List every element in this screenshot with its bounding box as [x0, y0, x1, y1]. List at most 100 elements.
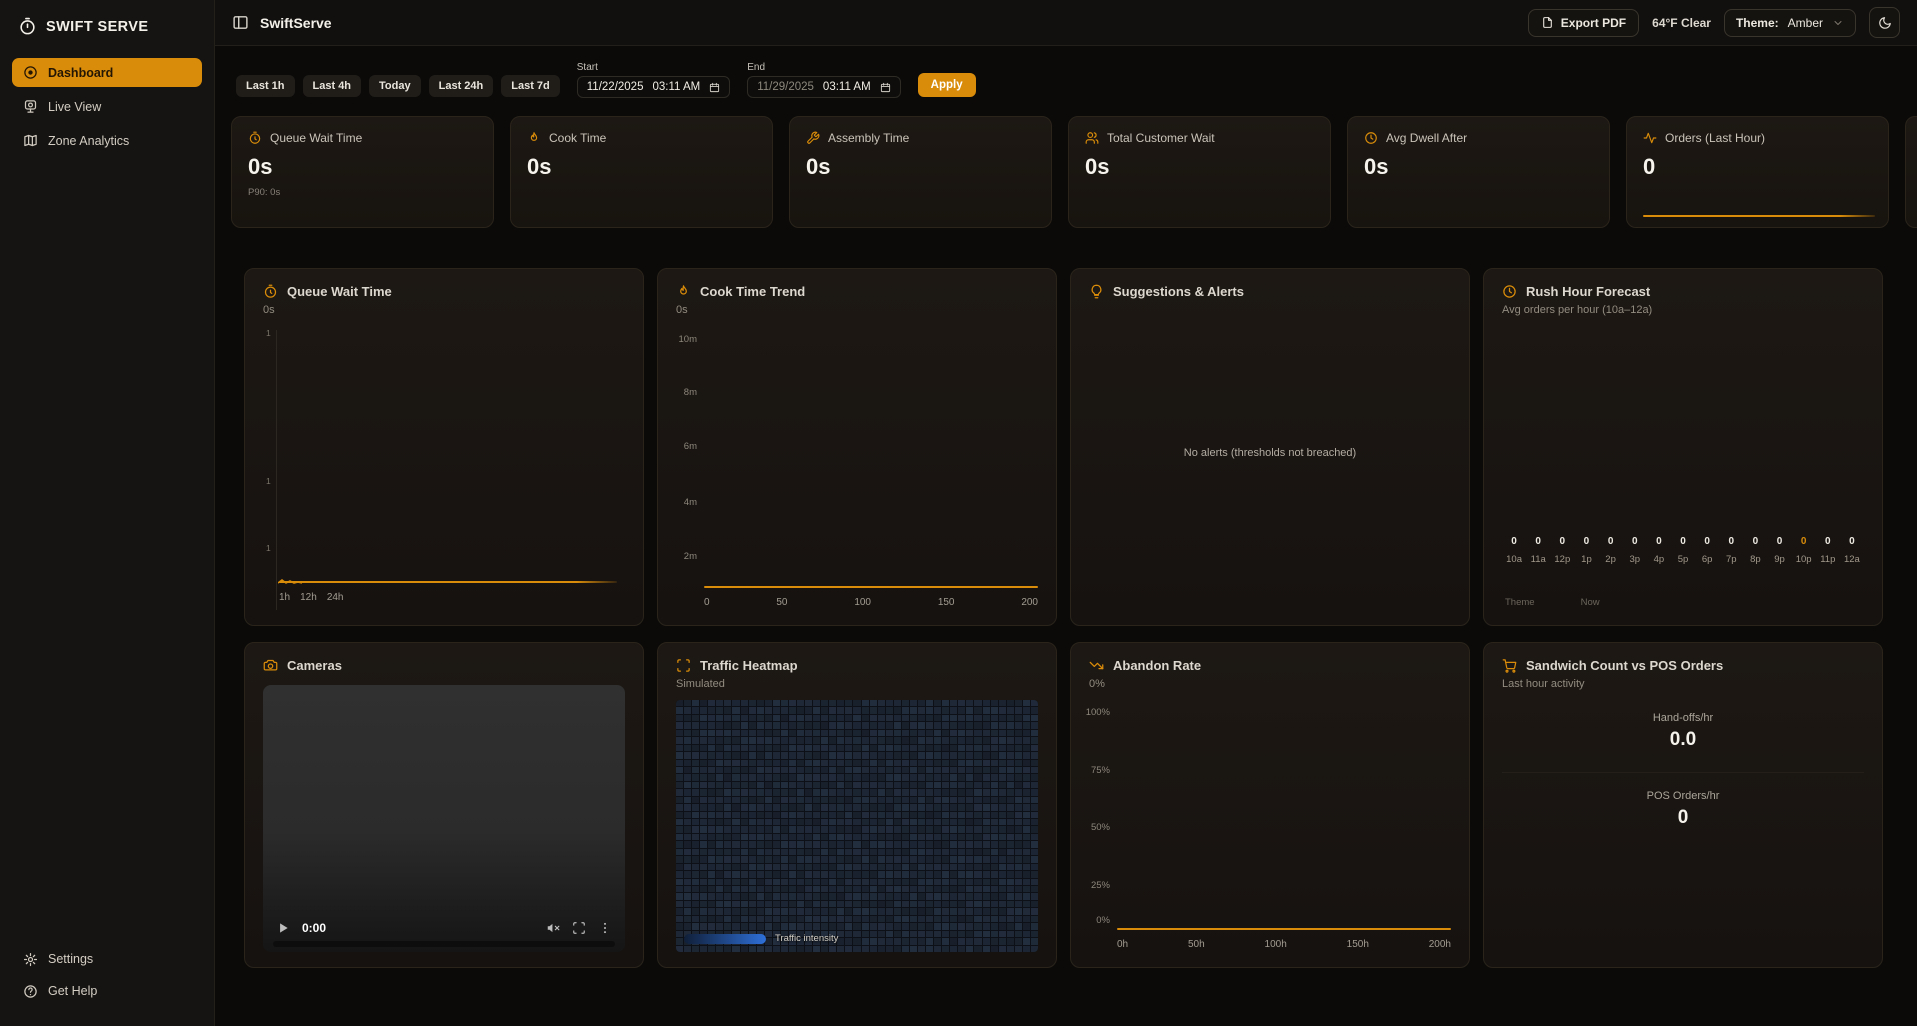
mute-icon[interactable]	[546, 921, 560, 935]
heatmap-cell	[765, 797, 772, 803]
heatmap-cell	[926, 730, 933, 736]
heatmap-cell	[862, 804, 869, 810]
heatmap-cell	[716, 849, 723, 855]
heatmap-cell	[821, 879, 828, 885]
export-pdf-button[interactable]: Export PDF	[1528, 9, 1639, 37]
heatmap-cell	[797, 841, 804, 847]
heatmap-cell	[708, 789, 715, 795]
heatmap-cell	[684, 871, 691, 877]
heatmap-cell	[829, 737, 836, 743]
fullscreen-icon[interactable]	[572, 921, 586, 935]
heatmap-cell	[741, 782, 748, 788]
heatmap-cell	[966, 715, 973, 721]
video-player[interactable]: 0:00	[263, 685, 625, 952]
heatmap-cell	[958, 745, 965, 751]
sidebar-toggle-icon[interactable]	[232, 14, 249, 31]
heatmap-cell	[1031, 737, 1038, 743]
heatmap-cell	[692, 879, 699, 885]
heatmap-cell	[862, 908, 869, 914]
heatmap-cell	[1023, 916, 1030, 922]
heatmap-cell	[757, 774, 764, 780]
rush-value: 0	[1647, 536, 1671, 547]
heatmap-cell	[821, 804, 828, 810]
calendar-icon[interactable]	[880, 82, 891, 93]
heatmap-cell	[983, 826, 990, 832]
heatmap-cell	[934, 745, 941, 751]
heatmap-cell	[837, 938, 844, 944]
calendar-icon[interactable]	[709, 82, 720, 93]
apply-button[interactable]: Apply	[918, 73, 976, 97]
heatmap-cell	[886, 782, 893, 788]
sidebar-item-settings[interactable]: Settings	[23, 947, 191, 971]
sidebar-item-dashboard[interactable]: Dashboard	[12, 58, 202, 87]
heatmap-cell	[974, 804, 981, 810]
heatmap-cell	[700, 782, 707, 788]
range-last-4h-button[interactable]: Last 4h	[303, 75, 362, 97]
cook-time-plot: 10m 8m 6m 4m 2m 050100150200	[676, 328, 1038, 610]
heatmap-cell	[773, 871, 780, 877]
range-last-1h-button[interactable]: Last 1h	[236, 75, 295, 97]
card-subtitle: 0s	[263, 304, 625, 316]
dark-mode-button[interactable]	[1869, 7, 1900, 38]
kpi-card-cook-time: Cook Time 0s	[510, 116, 773, 228]
end-date-input[interactable]: 11/29/2025 03:11 AM	[747, 76, 900, 98]
heatmap-cell	[878, 819, 885, 825]
heatmap-cell	[983, 931, 990, 937]
sandwich-vs-pos-card: Sandwich Count vs POS Orders Last hour a…	[1483, 642, 1883, 968]
heatmap-cell	[797, 879, 804, 885]
play-icon[interactable]	[276, 921, 290, 935]
heatmap-cell	[708, 760, 715, 766]
heatmap-cell	[773, 834, 780, 840]
heatmap-cell	[942, 782, 949, 788]
heatmap-cell	[878, 864, 885, 870]
range-last-7d-button[interactable]: Last 7d	[501, 75, 560, 97]
sidebar-item-get-help[interactable]: Get Help	[23, 979, 191, 1003]
rush-hours: 10a11a12p1p2p3p4p5p6p7p8p9p10p11p12a	[1502, 554, 1864, 565]
heatmap-cell	[708, 849, 715, 855]
heatmap-cell	[781, 819, 788, 825]
sidebar-item-live-view[interactable]: Live View	[12, 92, 202, 121]
range-today-button[interactable]: Today	[369, 75, 421, 97]
heatmap-cell	[821, 730, 828, 736]
range-last-24h-button[interactable]: Last 24h	[429, 75, 494, 97]
heatmap-cell	[708, 871, 715, 877]
heatmap-cell	[757, 722, 764, 728]
heatmap-cell	[870, 931, 877, 937]
sidebar-item-zone-analytics[interactable]: Zone Analytics	[12, 126, 202, 155]
heatmap-cell	[942, 826, 949, 832]
heatmap-cell	[684, 700, 691, 706]
video-scrubber[interactable]	[273, 941, 615, 947]
start-date-input[interactable]: 11/22/2025 03:11 AM	[577, 76, 730, 98]
heatmap-cell	[708, 901, 715, 907]
clock-icon	[1502, 284, 1517, 299]
heatmap-cell	[966, 700, 973, 706]
heatmap-cell	[1023, 715, 1030, 721]
start-date-group: Start 11/22/2025 03:11 AM	[577, 62, 730, 98]
heatmap-cell	[942, 931, 949, 937]
heatmap-cell	[781, 879, 788, 885]
heatmap-cell	[958, 789, 965, 795]
heatmap-cell	[950, 916, 957, 922]
heatmap-cell	[692, 916, 699, 922]
heatmap-cell	[886, 767, 893, 773]
heatmap-cell	[676, 826, 683, 832]
heatmap-cell	[708, 722, 715, 728]
hour-tick: 10p	[1792, 554, 1816, 565]
theme-select[interactable]: Theme: Amber	[1724, 9, 1856, 37]
heatmap-cell	[837, 893, 844, 899]
heatmap-cell	[684, 782, 691, 788]
heatmap-cell	[1031, 834, 1038, 840]
heatmap-grid	[676, 700, 1038, 952]
heatmap-cell	[926, 819, 933, 825]
heatmap-cell	[853, 834, 860, 840]
heatmap-cell	[1007, 923, 1014, 929]
kpi-card-avg-dwell: Avg Dwell After 0s	[1347, 116, 1610, 228]
kpi-card-total-customer-wait: Total Customer Wait 0s	[1068, 116, 1331, 228]
heatmap-cell	[700, 864, 707, 870]
moon-icon	[1878, 16, 1892, 30]
heatmap-cell	[813, 774, 820, 780]
heatmap-cell	[983, 737, 990, 743]
heatmap-cell	[724, 782, 731, 788]
heatmap-cell	[749, 871, 756, 877]
kebab-menu-icon[interactable]	[598, 921, 612, 935]
